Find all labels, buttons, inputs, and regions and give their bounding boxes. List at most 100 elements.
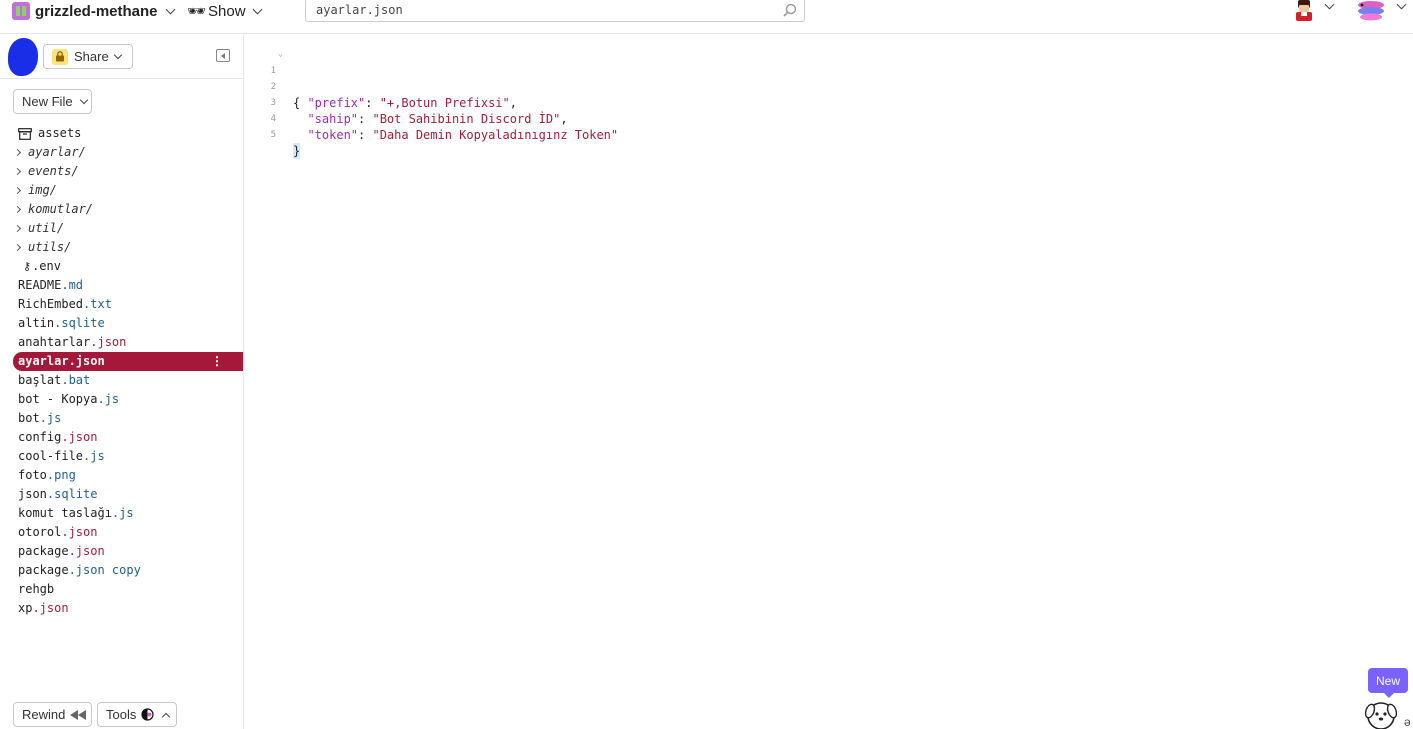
file-extension: .js: [111, 506, 134, 520]
file-extension: .js: [83, 449, 105, 463]
file-item[interactable]: package.json: [0, 542, 243, 561]
file-name: package: [18, 563, 69, 577]
chevron-right-icon: [13, 186, 22, 195]
chevron-down-icon[interactable]: [1324, 0, 1335, 10]
chevron-down-icon: [165, 4, 175, 14]
json-key: "prefix": [307, 96, 366, 110]
rewind-label: Rewind: [22, 707, 66, 722]
assets-label: assets: [38, 126, 82, 140]
collapse-sidebar-button[interactable]: [216, 49, 230, 62]
file-item[interactable]: otorol.json: [0, 523, 243, 542]
folder-name: utils/: [28, 240, 72, 254]
mascot-tail-icon: ə: [1404, 715, 1411, 729]
json-string: "Daha Demin Kopyaladınıgınz Token": [372, 128, 619, 142]
file-name: başlat: [18, 373, 62, 387]
file-extension: .json copy: [68, 563, 141, 577]
share-button[interactable]: Share: [43, 44, 133, 69]
file-item[interactable]: anahtarlar.json: [0, 333, 243, 352]
file-extension: .txt: [83, 297, 112, 311]
file-name: README: [18, 278, 62, 292]
tools-button[interactable]: Tools: [97, 702, 177, 727]
file-name: xp: [18, 601, 33, 615]
folder-item[interactable]: ayarlar/: [0, 143, 243, 162]
code-line: 3 "sahip": "Bot Sahibinin Discord İD",: [244, 79, 568, 126]
fold-chevron-icon[interactable]: ⌄: [278, 46, 283, 62]
glitch-mascot-icon[interactable]: [1363, 698, 1399, 729]
file-item[interactable]: config.json: [0, 428, 243, 447]
file-extension: .md: [61, 278, 84, 292]
file-name: RichEmbed: [18, 297, 84, 311]
file-tree: assets ayarlar/events/img/komutlar/util/u…: [0, 124, 243, 618]
file-item[interactable]: README.md: [0, 276, 243, 295]
file-item[interactable]: altin.sqlite: [0, 314, 243, 333]
file-item[interactable]: package.json copy: [0, 561, 243, 580]
json-key: "token": [307, 128, 359, 142]
new-badge[interactable]: New: [1368, 668, 1408, 698]
file-item[interactable]: json.sqlite: [0, 485, 243, 504]
file-item[interactable]: bot - Kopya.js: [0, 390, 243, 409]
code-line: 5 }: [244, 111, 301, 159]
file-item[interactable]: RichEmbed.txt: [0, 295, 243, 314]
rewind-button[interactable]: Rewind: [13, 702, 92, 727]
project-avatar[interactable]: [8, 38, 38, 76]
new-file-button[interactable]: New File: [13, 89, 92, 114]
folder-item[interactable]: utils/: [0, 238, 243, 257]
chevron-right-icon: [13, 243, 22, 252]
file-name: cool-file: [18, 449, 84, 463]
fish-avatar-icon: [1358, 1, 1384, 21]
folder-name: ayarlar/: [28, 145, 86, 159]
env-file-item[interactable]: ⚷.env: [0, 257, 243, 276]
file-name: foto: [18, 468, 47, 482]
json-string: "Bot Sahibinin Discord İD": [372, 112, 561, 126]
file-extension: .json: [68, 354, 105, 368]
tools-label: Tools: [106, 707, 137, 722]
file-extension: .bat: [61, 373, 91, 387]
file-item[interactable]: komut taslağı.js: [0, 504, 243, 523]
folder-name: util/: [28, 221, 65, 235]
file-extension: .json: [61, 525, 98, 539]
assets-item[interactable]: assets: [0, 124, 243, 143]
file-item[interactable]: xp.json: [0, 599, 243, 618]
project-menu[interactable]: grizzled-methane: [12, 2, 175, 20]
file-extension: .js: [97, 392, 120, 406]
folder-item[interactable]: img/: [0, 181, 243, 200]
file-item[interactable]: foto.png: [0, 466, 243, 485]
chevron-right-icon: [13, 224, 22, 233]
chevron-up-icon: [162, 712, 171, 721]
file-options-icon[interactable]: ⋮: [211, 352, 223, 371]
file-extension: .sqlite: [46, 487, 98, 501]
file-name: bot: [18, 411, 40, 425]
folder-item[interactable]: events/: [0, 162, 243, 181]
code-editor[interactable]: 1 ⌄ { 2 "prefix": "+,Botun Prefixsi", 3 …: [244, 34, 1413, 729]
file-extension: .json: [68, 544, 105, 558]
show-menu[interactable]: 🕶 Show: [187, 2, 263, 20]
collaborator-avatar[interactable]: [1356, 0, 1388, 22]
code-line: 4 "token": "Daha Demin Kopyaladınıgınz T…: [244, 95, 619, 142]
chevron-down-icon[interactable]: [1396, 0, 1407, 10]
chevron-down-icon: [252, 4, 263, 14]
comma: ,: [509, 96, 517, 110]
folder-item[interactable]: komutlar/: [0, 200, 243, 219]
line-number: 5: [270, 130, 276, 140]
user-avatar[interactable]: [1292, 0, 1316, 22]
folder-item[interactable]: util/: [0, 219, 243, 238]
file-item[interactable]: rehgb: [0, 580, 243, 599]
new-label: New: [1375, 673, 1400, 688]
code-text: }: [293, 143, 301, 159]
file-item[interactable]: cool-file.js: [0, 447, 243, 466]
chevron-down-icon: [79, 95, 88, 104]
file-name: komut taslağı: [18, 506, 112, 520]
chevron-right-icon: [13, 167, 22, 176]
file-item[interactable]: bot.js: [0, 409, 243, 428]
file-item[interactable]: başlat.bat: [0, 371, 243, 390]
share-label: Share: [74, 49, 109, 64]
search-input[interactable]: ayarlar.json: [305, 0, 805, 22]
file-name: anahtarlar: [18, 335, 91, 349]
collapse-icon: [221, 52, 225, 59]
avatar-icon: [1296, 0, 1312, 21]
file-item-selected[interactable]: ayarlar.json ⋮: [13, 352, 243, 371]
comma: ,: [560, 112, 568, 126]
file-extension: .json: [32, 601, 69, 615]
half-circle-icon: [141, 708, 154, 721]
file-extension: .json: [90, 335, 127, 349]
